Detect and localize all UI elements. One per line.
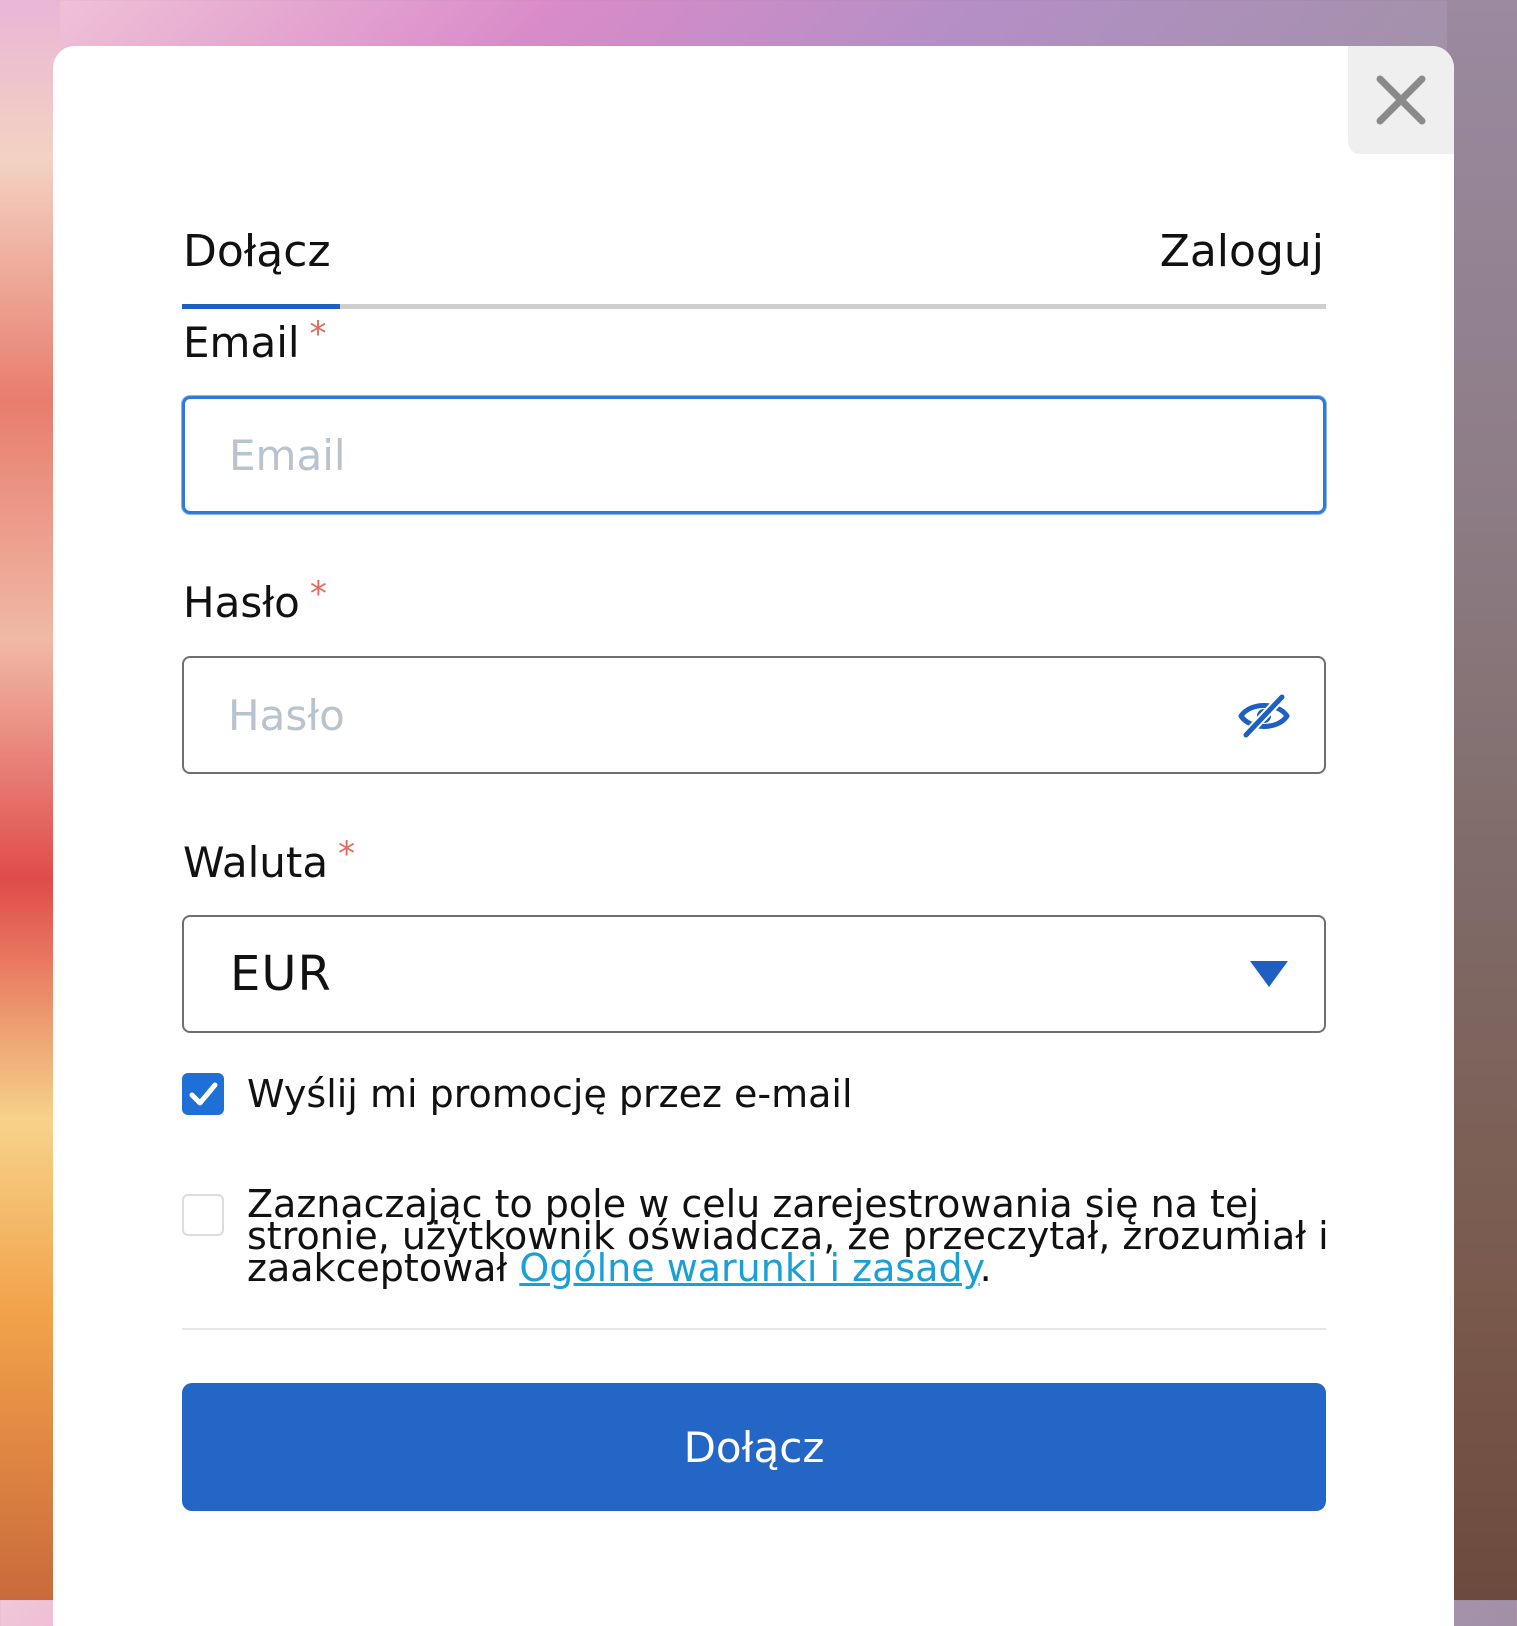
email-label: Email * <box>183 314 327 367</box>
email-label-text: Email <box>183 318 300 367</box>
currency-select[interactable]: EUR <box>182 915 1326 1033</box>
background-left <box>0 0 60 1600</box>
join-submit-button[interactable]: Dołącz <box>182 1383 1326 1511</box>
divider <box>182 1328 1326 1330</box>
currency-selected-value: EUR <box>230 946 332 1002</box>
currency-label-text: Waluta <box>183 838 329 887</box>
currency-label: Waluta * <box>183 834 355 887</box>
tab-join[interactable]: Dołącz <box>183 226 331 277</box>
close-icon <box>1376 75 1426 125</box>
password-input[interactable] <box>184 658 1324 772</box>
terms-text-after: . <box>979 1246 992 1290</box>
email-input[interactable] <box>185 399 1323 511</box>
tab-underline <box>182 304 1326 309</box>
terms-checkbox[interactable] <box>182 1194 224 1236</box>
required-mark: * <box>309 574 327 614</box>
promo-checkbox[interactable] <box>182 1073 224 1115</box>
required-mark: * <box>309 314 327 354</box>
terms-link[interactable]: Ogólne warunki i zasady <box>519 1246 979 1290</box>
password-label-text: Hasło <box>183 578 300 627</box>
registration-modal: Dołącz Zaloguj Email* Hasło* Waluta* EUR <box>53 46 1454 1626</box>
background-right <box>1447 0 1517 1600</box>
terms-text: Zaznaczając to pole w celu zarejestrowan… <box>247 1185 1337 1287</box>
auth-tabs: Dołącz Zaloguj <box>182 176 1326 312</box>
check-icon <box>189 1082 218 1106</box>
chevron-down-icon <box>1250 961 1288 987</box>
tab-active-indicator <box>182 304 340 309</box>
eye-slash-icon[interactable] <box>1238 694 1290 738</box>
password-field-box <box>182 656 1326 774</box>
email-field-box <box>182 396 1326 514</box>
password-label: Hasło * <box>183 574 327 627</box>
promo-checkbox-label: Wyślij mi promocję przez e-mail <box>247 1072 853 1116</box>
tab-login[interactable]: Zaloguj <box>1160 226 1324 277</box>
close-button[interactable] <box>1348 46 1454 154</box>
required-mark: * <box>338 834 356 874</box>
